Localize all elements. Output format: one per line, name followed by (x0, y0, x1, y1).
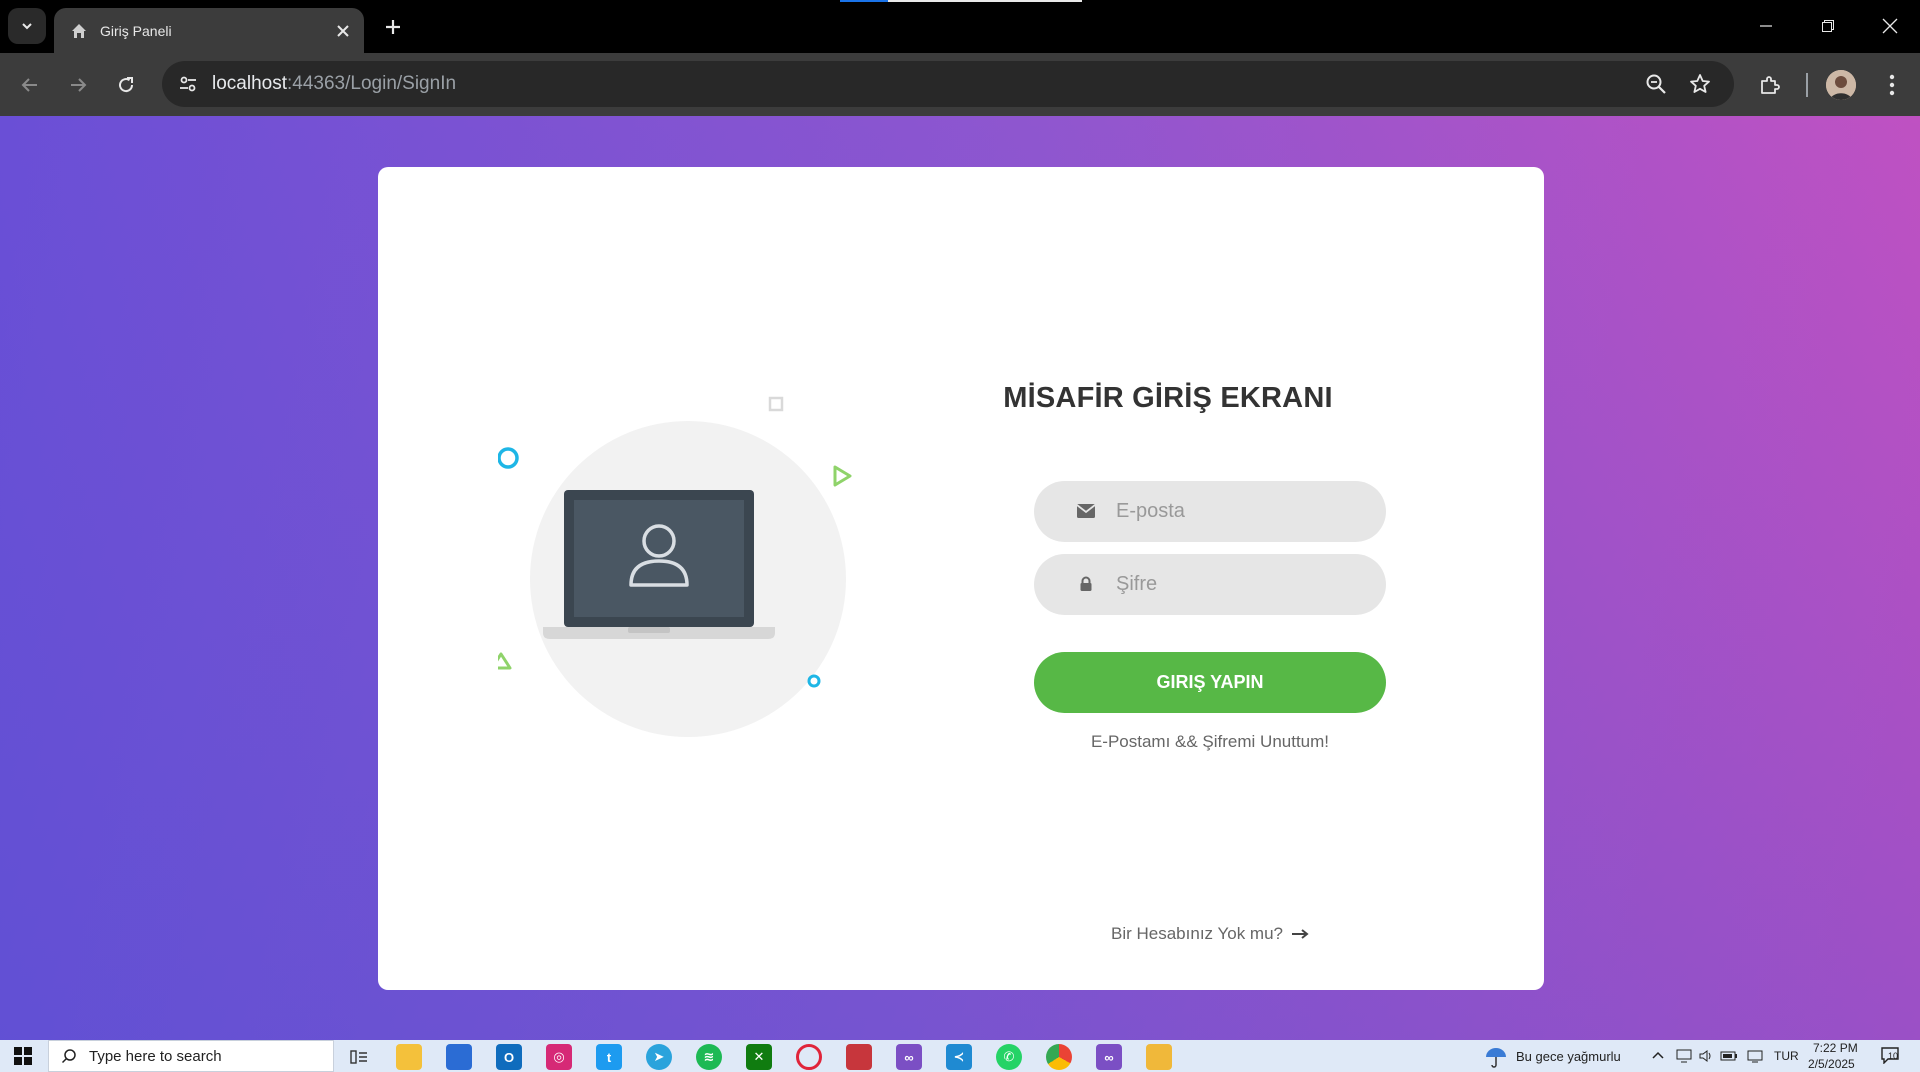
lock-icon (1074, 572, 1098, 596)
signup-label: Bir Hesabınız Yok mu? (1111, 924, 1283, 943)
browser-toolbar: localhost:44363/Login/SignIn (0, 53, 1920, 116)
more-vertical-icon (1889, 74, 1895, 96)
puzzle-icon (1761, 76, 1780, 94)
browser-menu-button[interactable] (1874, 67, 1910, 103)
tab-title: Giriş Paneli (100, 22, 172, 39)
minimize-button[interactable] (1736, 8, 1796, 44)
weather-rain-icon (1486, 1048, 1506, 1068)
site-info-button[interactable] (172, 68, 204, 100)
file-explorer-icon[interactable] (396, 1044, 422, 1070)
home-icon (72, 23, 86, 38)
display-icon[interactable] (1676, 1048, 1692, 1064)
reload-button[interactable] (108, 67, 144, 103)
address-bar[interactable]: localhost:44363/Login/SignIn (162, 61, 1734, 107)
tune-icon (180, 76, 196, 92)
tab-search-button[interactable] (8, 8, 46, 44)
star-icon (1690, 74, 1710, 93)
login-card: MİSAFİR GİRİŞ EKRANI GIRIŞ YAPIN E-Posta… (378, 167, 1544, 990)
task-view-icon[interactable] (346, 1044, 372, 1070)
password-input[interactable] (1116, 554, 1366, 615)
telegram-icon[interactable]: ➤ (646, 1044, 672, 1070)
store-icon[interactable] (446, 1044, 472, 1070)
battery-icon[interactable] (1720, 1048, 1738, 1064)
plus-icon (386, 20, 400, 34)
url-text[interactable]: localhost:44363/Login/SignIn (212, 73, 456, 95)
arrow-right-icon (1291, 929, 1309, 939)
password-field[interactable] (1034, 554, 1386, 615)
windows-taskbar: Type here to search O ◎ t ➤ ≋ ✕ ∞ ≺ ✆ ∞ … (0, 1040, 1920, 1072)
new-tab-button[interactable] (376, 10, 410, 44)
url-path: :44363/Login/SignIn (287, 73, 457, 94)
toolbox-icon[interactable] (846, 1044, 872, 1070)
laptop-user-graphic (498, 396, 852, 688)
email-field[interactable] (1034, 481, 1386, 542)
page-background: MİSAFİR GİRİŞ EKRANI GIRIŞ YAPIN E-Posta… (0, 116, 1920, 1040)
start-button[interactable] (0, 1040, 46, 1072)
whatsapp-icon[interactable]: ✆ (996, 1044, 1022, 1070)
zoom-out-icon (1646, 74, 1666, 94)
xbox-icon[interactable]: ✕ (746, 1044, 772, 1070)
window-close-button[interactable] (1860, 8, 1920, 44)
vscode-icon[interactable]: ≺ (946, 1044, 972, 1070)
url-host: localhost (212, 73, 287, 94)
restore-button[interactable] (1798, 8, 1858, 44)
visual-studio-icon[interactable]: ∞ (896, 1044, 922, 1070)
search-icon (61, 1049, 76, 1064)
minimize-icon (1760, 25, 1772, 27)
notification-center-button[interactable]: 10 (1880, 1046, 1902, 1066)
toolbar-separator (1806, 73, 1808, 97)
forgot-password-link[interactable]: E-Postamı && Şifremi Unuttum! (998, 732, 1422, 752)
restore-icon (1822, 20, 1834, 32)
tab-strip-highlight (888, 0, 1082, 2)
user-photo-icon (1826, 70, 1856, 100)
chevron-up-icon[interactable] (1652, 1050, 1664, 1060)
outlook-icon[interactable]: O (496, 1044, 522, 1070)
login-button[interactable]: GIRIŞ YAPIN (1034, 652, 1386, 713)
clock-date[interactable]: 2/5/2025 (1808, 1057, 1855, 1071)
email-input[interactable] (1116, 481, 1366, 542)
language-indicator[interactable]: TUR (1774, 1049, 1799, 1063)
instagram-icon[interactable]: ◎ (546, 1044, 572, 1070)
login-illustration (498, 387, 898, 747)
signup-link[interactable]: Bir Hesabınız Yok mu? (998, 924, 1422, 944)
arrow-right-icon (71, 78, 87, 92)
weather-text[interactable]: Bu gece yağmurlu (1516, 1049, 1621, 1064)
clock-time[interactable]: 7:22 PM (1813, 1041, 1858, 1055)
forward-button[interactable] (60, 67, 96, 103)
sticky-app-icon[interactable] (1146, 1044, 1172, 1070)
notification-count: 10 (1888, 1051, 1899, 1061)
opera-icon[interactable] (796, 1044, 822, 1070)
extensions-button[interactable] (1752, 67, 1788, 103)
volume-icon[interactable] (1698, 1048, 1714, 1064)
active-tab[interactable]: Giriş Paneli (54, 8, 364, 53)
close-icon[interactable] (336, 24, 350, 38)
chevron-down-icon (22, 23, 32, 30)
browser-tab-strip: Giriş Paneli (0, 0, 1920, 53)
reload-icon (119, 77, 134, 93)
profile-avatar[interactable] (1826, 70, 1856, 100)
spotify-icon[interactable]: ≋ (696, 1044, 722, 1070)
zoom-button[interactable] (1640, 68, 1672, 100)
chrome-icon[interactable] (1046, 1044, 1072, 1070)
taskbar-search[interactable]: Type here to search (48, 1040, 334, 1072)
visual-studio-preview-icon[interactable]: ∞ (1096, 1044, 1122, 1070)
login-title: MİSAFİR GİRİŞ EKRANI (1003, 382, 1333, 414)
taskbar-search-placeholder: Type here to search (89, 1047, 222, 1065)
envelope-icon (1074, 499, 1098, 523)
arrow-left-icon (21, 78, 37, 92)
back-button[interactable] (12, 67, 48, 103)
network-icon[interactable] (1746, 1048, 1764, 1064)
twitter-icon[interactable]: t (596, 1044, 622, 1070)
windows-logo-icon (14, 1047, 32, 1065)
bookmark-button[interactable] (1684, 68, 1716, 100)
close-icon (1882, 18, 1898, 34)
tab-strip-accent (840, 0, 888, 2)
